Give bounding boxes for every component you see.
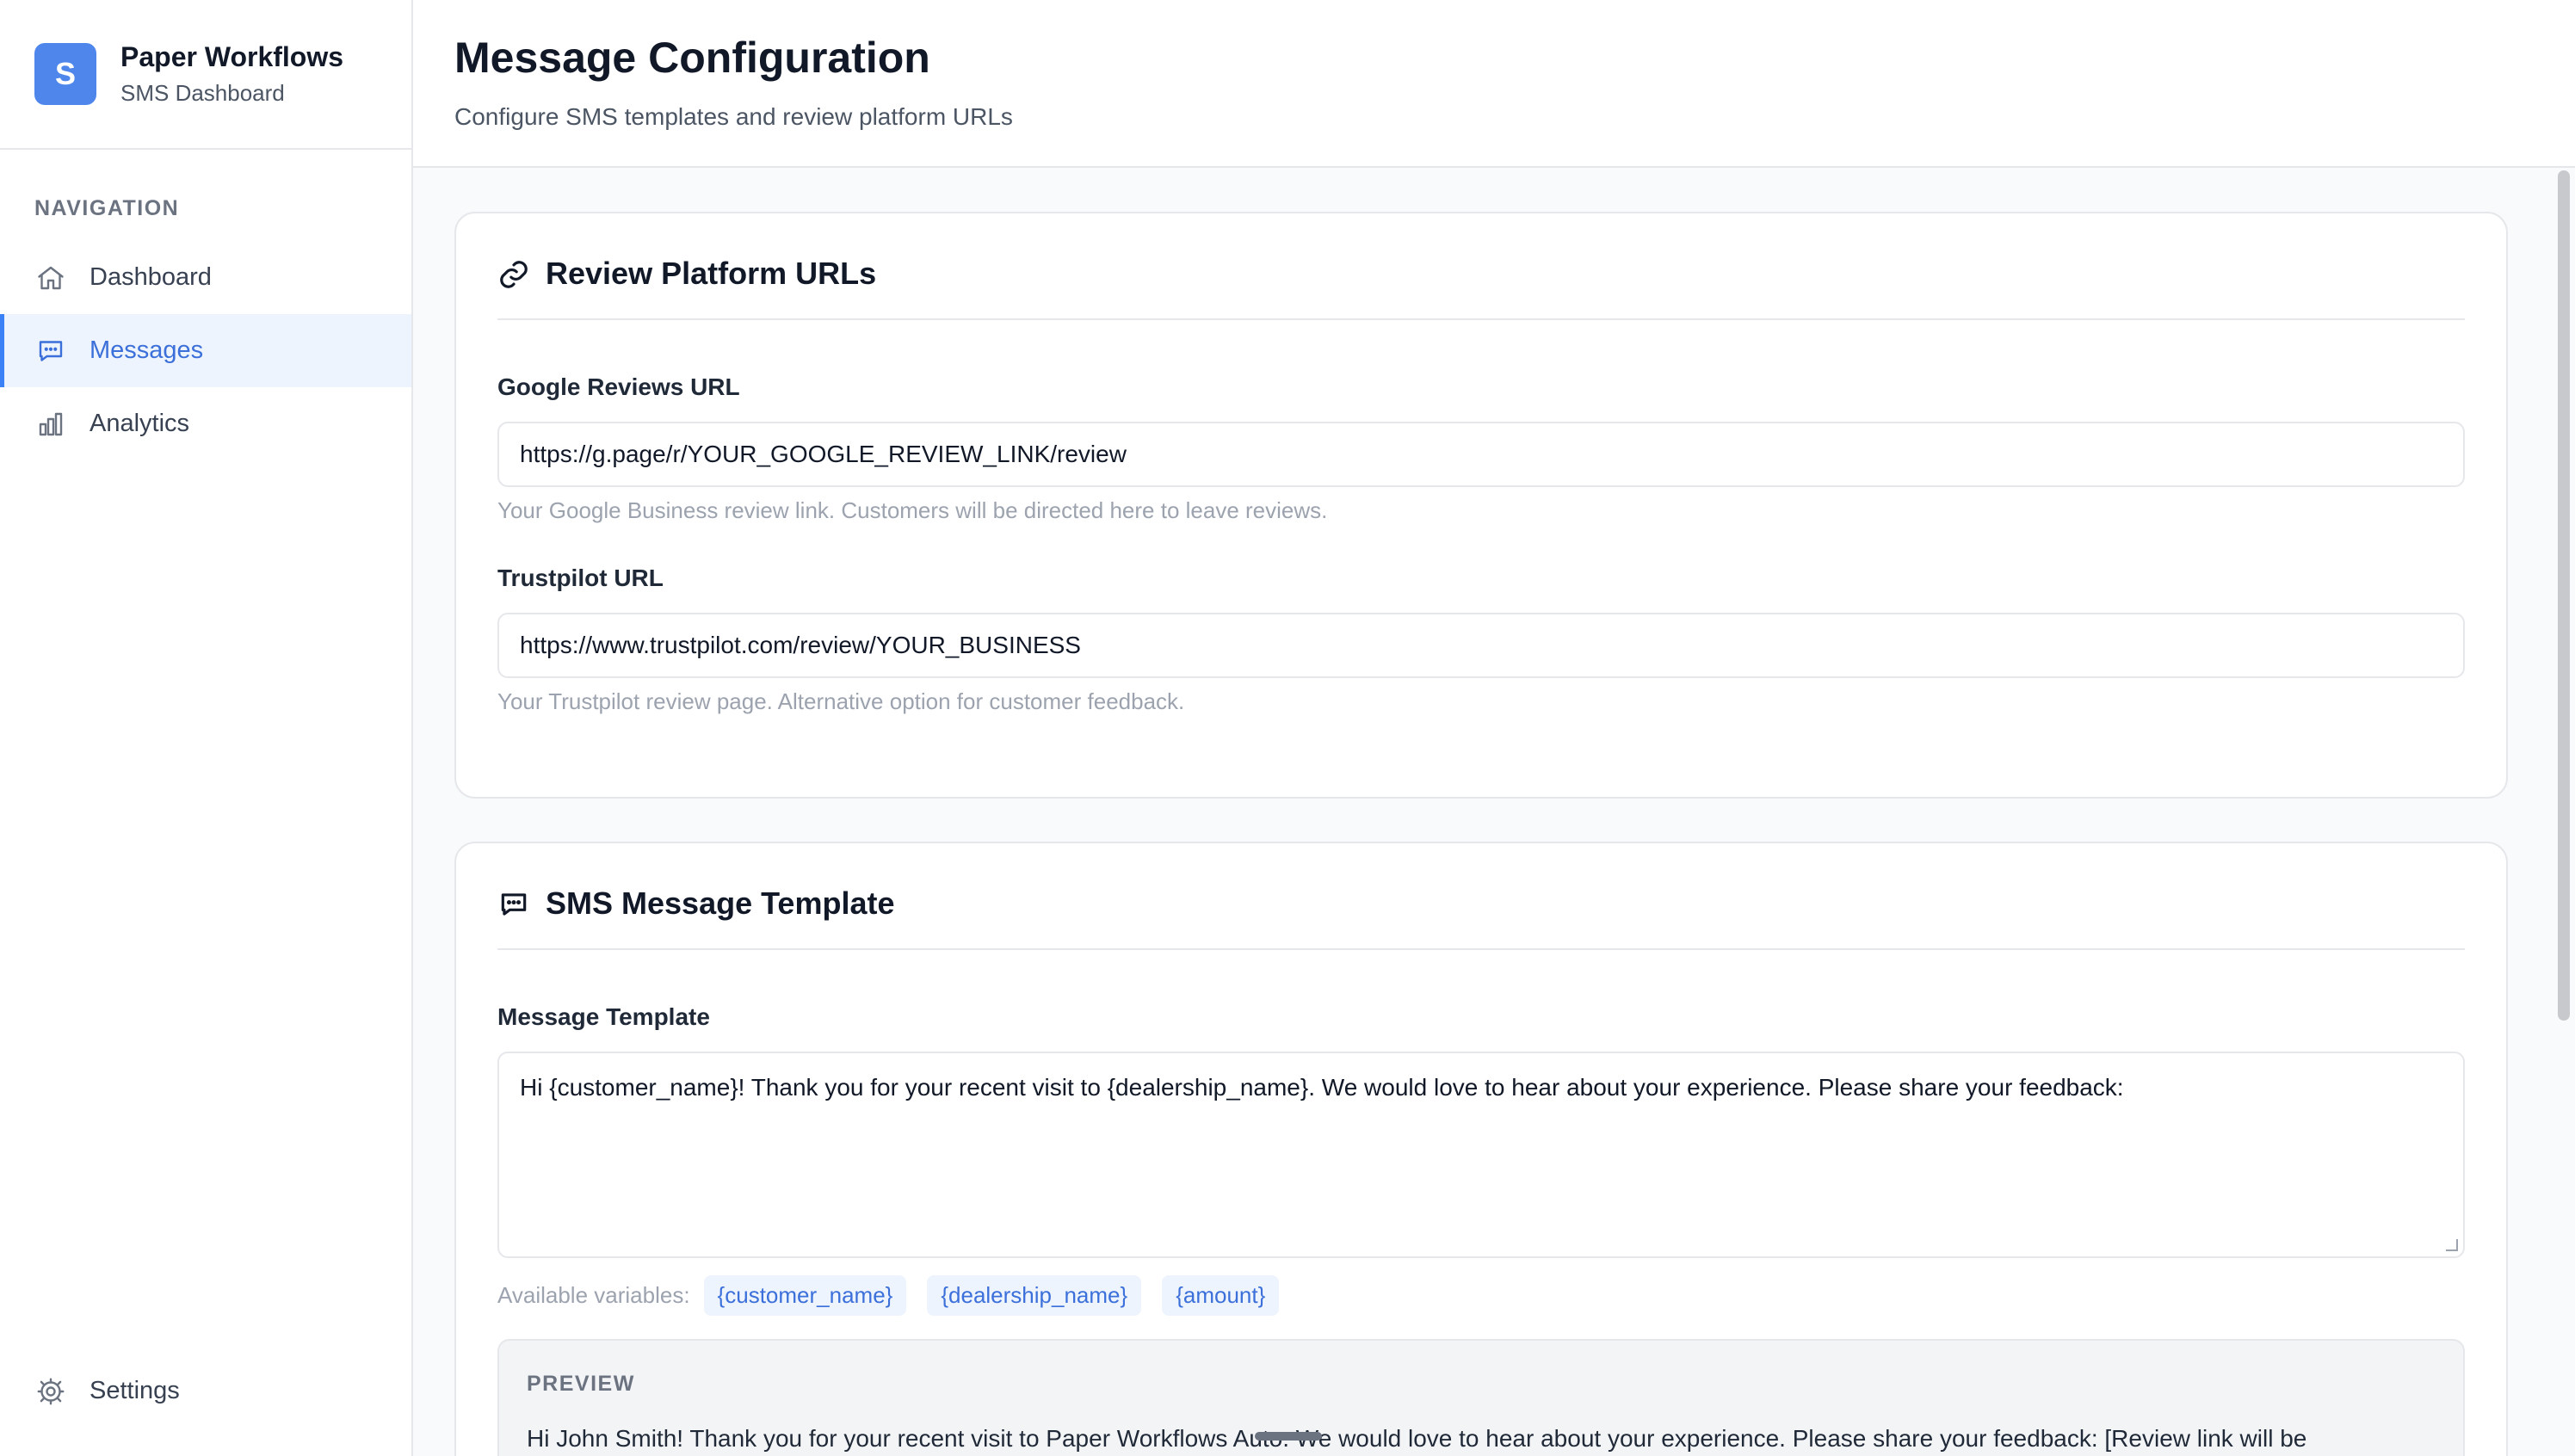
sms-template-card: SMS Message Template Message Template Hi… (454, 842, 2508, 1456)
card-title: Review Platform URLs (546, 256, 877, 291)
sidebar-item-label: Settings (90, 1377, 180, 1404)
trustpilot-url-input[interactable]: https://www.trustpilot.com/review/YOUR_B… (497, 613, 2465, 678)
sidebar-item-settings[interactable]: Settings (0, 1354, 411, 1428)
message-template-textarea[interactable]: Hi {customer_name}! Thank you for your r… (497, 1052, 2465, 1258)
brand-subtitle: SMS Dashboard (120, 80, 285, 106)
trustpilot-url-label: Trustpilot URL (497, 565, 664, 591)
drag-handle[interactable] (1255, 1432, 1322, 1441)
message-preview: PREVIEW Hi John Smith! Thank you for you… (497, 1339, 2465, 1456)
brand-title: Paper Workflows (120, 41, 344, 72)
sidebar: S Paper Workflows SMS Dashboard NAVIGATI… (0, 0, 413, 1456)
sidebar-item-label: Messages (90, 336, 204, 364)
preview-label: PREVIEW (527, 1372, 635, 1396)
sidebar-item-label: Dashboard (90, 263, 212, 291)
bar-chart-icon (34, 408, 67, 441)
page-title: Message Configuration (454, 34, 930, 82)
sidebar-item-dashboard[interactable]: Dashboard (0, 241, 411, 314)
sidebar-nav: Dashboard Messages Analytics (0, 241, 411, 460)
card-header: Review Platform URLs (497, 256, 2465, 320)
google-url-help: Your Google Business review link. Custom… (497, 497, 1328, 523)
sidebar-item-label: Analytics (90, 410, 190, 437)
brand-text: Paper Workflows SMS Dashboard (120, 40, 343, 108)
sidebar-item-analytics[interactable]: Analytics (0, 387, 411, 460)
link-icon (500, 261, 528, 288)
main-content[interactable]: Review Platform URLs Google Reviews URL … (413, 169, 2575, 1456)
chat-icon (501, 893, 527, 916)
chat-icon (34, 335, 67, 367)
message-template-text: Hi {customer_name}! Thank you for your r… (520, 1074, 2124, 1101)
variable-chip[interactable]: {dealership_name} (927, 1275, 1142, 1316)
nav-heading: NAVIGATION (34, 196, 180, 220)
review-urls-card: Review Platform URLs Google Reviews URL … (454, 212, 2508, 799)
template-label: Message Template (497, 1003, 710, 1030)
card-title: SMS Message Template (546, 885, 895, 921)
trustpilot-url-help: Your Trustpilot review page. Alternative… (497, 688, 1185, 714)
resize-handle[interactable] (2446, 1239, 2458, 1251)
variable-chip[interactable]: {customer_name} (703, 1275, 907, 1316)
card-header: SMS Message Template (497, 886, 2465, 950)
variable-chip[interactable]: {amount} (1162, 1275, 1280, 1316)
page-header: Message Configuration Configure SMS temp… (413, 0, 2575, 168)
sidebar-item-messages[interactable]: Messages (0, 314, 411, 387)
gear-icon (34, 1375, 67, 1408)
brand: S Paper Workflows SMS Dashboard (0, 0, 411, 150)
google-url-label: Google Reviews URL (497, 373, 740, 400)
google-url-input[interactable]: https://g.page/r/YOUR_GOOGLE_REVIEW_LINK… (497, 422, 2465, 487)
available-variables: Available variables: {customer_name} {de… (497, 1275, 1300, 1316)
scrollbar[interactable] (2558, 170, 2570, 1021)
preview-text: Hi John Smith! Thank you for your recent… (527, 1425, 2307, 1452)
home-icon (34, 262, 67, 294)
variables-label: Available variables: (497, 1282, 690, 1308)
page-subtitle: Configure SMS templates and review platf… (454, 103, 1013, 130)
brand-logo: S (34, 43, 96, 105)
